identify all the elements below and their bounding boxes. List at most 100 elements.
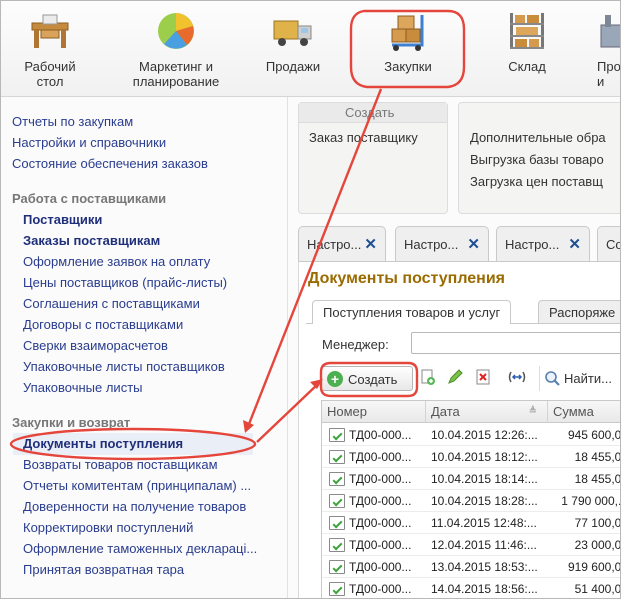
nav-link-purchase-reports[interactable]: Отчеты по закупкам xyxy=(12,114,133,129)
section-purchases[interactable]: Закупки xyxy=(353,1,463,97)
nav-item-supplier-packing-lists[interactable]: Упаковочные листы поставщиков xyxy=(23,359,225,374)
posted-document-icon xyxy=(329,582,345,596)
cell-sum: 77 100,00 xyxy=(574,516,621,530)
nav-item-receipt-adjustments[interactable]: Корректировки поступлений xyxy=(23,520,193,535)
table-row[interactable]: ТД00-000... 12.04.2015 11:46:... 23 000,00 xyxy=(322,534,620,556)
doc-tab-label: Со xyxy=(606,237,621,252)
table-header: Номер Дата ≜ Сумма xyxy=(322,401,620,423)
nav-item-powers-of-attorney[interactable]: Доверенности на получение товаров xyxy=(23,499,246,514)
edit-icon[interactable] xyxy=(444,368,466,390)
find-button-label: Найти... xyxy=(564,371,612,386)
section-marketing-label: Маркетинг и планирование xyxy=(132,59,220,89)
truck-icon xyxy=(273,20,312,46)
posted-document-icon xyxy=(329,538,345,552)
nav-item-supplier-agreements[interactable]: Соглашения с поставщиками xyxy=(23,296,200,311)
table-row[interactable]: ТД00-000... 13.04.2015 18:53:... 919 600,0… xyxy=(322,556,620,578)
nav-link-settings[interactable]: Настройки и справочники xyxy=(12,135,166,150)
close-icon[interactable]: ✕ xyxy=(364,235,377,253)
manager-label: Менеджер: xyxy=(322,337,389,352)
section-desktop-label: Рабочий стол xyxy=(24,59,76,89)
section-sales[interactable]: Продажи xyxy=(253,1,333,97)
cell-number: ТД00-000... xyxy=(349,494,412,508)
tab-orders[interactable]: Распоряже xyxy=(538,300,620,324)
cell-number: ТД00-000... xyxy=(349,428,412,442)
cell-date: 10.04.2015 12:26:... xyxy=(431,428,538,442)
posted-document-icon xyxy=(329,516,345,530)
table-row[interactable]: ТД00-000... 10.04.2015 18:12:... 18 455,00 xyxy=(322,446,621,468)
doc-tab-1[interactable]: Настро... ✕ xyxy=(298,226,386,262)
nav-item-suppliers[interactable]: Поставщики xyxy=(23,212,102,227)
create-supplier-order-link[interactable]: Заказ поставщику xyxy=(309,130,418,145)
section-production[interactable]: Про и xyxy=(589,1,620,97)
nav-item-payment-requests[interactable]: Оформление заявок на оплату xyxy=(23,254,210,269)
doc-tab-label: Настро... xyxy=(404,237,459,252)
service-link-load-prices[interactable]: Загрузка цен поставщ xyxy=(470,174,603,189)
column-date[interactable]: Дата ≜ xyxy=(426,401,548,423)
nav-item-supplier-prices[interactable]: Цены поставщиков (прайс-листы) xyxy=(23,275,227,290)
create-panel: Создать Заказ поставщику xyxy=(298,102,448,214)
cell-date: 10.04.2015 18:28:... xyxy=(431,494,538,508)
cell-date: 11.04.2015 12:48:... xyxy=(431,516,537,530)
doc-tab-2[interactable]: Настро... ✕ xyxy=(395,226,489,262)
table-row[interactable]: ТД00-000... 10.04.2015 12:26:... 945 600,0… xyxy=(322,424,621,446)
service-panel: Дополнительные обра Выгрузка базы товаро… xyxy=(458,102,620,214)
app-window: Рабочий стол Маркетинг и планирование Пр… xyxy=(0,0,621,599)
cell-number: ТД00-000... xyxy=(349,472,412,486)
section-purchases-label: Закупки xyxy=(384,59,432,74)
nav-item-supplier-orders[interactable]: Заказы поставщикам xyxy=(23,233,160,248)
cell-sum: 945 600,00 xyxy=(567,428,621,442)
table-row[interactable]: ТД00-000... 10.04.2015 18:14:... 18 455,00 xyxy=(322,468,621,490)
form-title: Документы поступления xyxy=(308,270,506,287)
nav-item-packing-lists[interactable]: Упаковочные листы xyxy=(23,380,143,395)
column-number[interactable]: Номер xyxy=(322,401,426,423)
cell-number: ТД00-000... xyxy=(349,516,412,530)
delete-mark-icon[interactable] xyxy=(472,368,494,390)
section-desktop[interactable]: Рабочий стол xyxy=(9,1,91,97)
table-row[interactable]: ТД00-000... 14.04.2015 18:56:... 51 400,00 xyxy=(322,578,620,598)
nav-link-order-supply-status[interactable]: Состояние обеспечения заказов xyxy=(12,156,208,171)
cell-sum: 1 790 000,... xyxy=(561,494,621,508)
nav-item-consignor-reports[interactable]: Отчеты комитентам (принципалам) ... xyxy=(23,478,251,493)
sections-panel: Рабочий стол Маркетинг и планирование Пр… xyxy=(1,1,620,97)
cell-date: 12.04.2015 11:46:... xyxy=(431,538,537,552)
service-link-export-goods[interactable]: Выгрузка базы товаро xyxy=(470,152,604,167)
find-button[interactable]: Найти... xyxy=(539,366,620,391)
sort-icon[interactable]: ≜ xyxy=(529,401,537,423)
nav-group-suppliers-title: Работа с поставщиками xyxy=(12,191,167,206)
nav-item-receipt-documents[interactable]: Документы поступления xyxy=(23,436,183,451)
tab-goods-receipts[interactable]: Поступления товаров и услуг xyxy=(312,300,512,324)
cell-date: 14.04.2015 18:56:... xyxy=(431,582,538,596)
create-button[interactable]: + Создать xyxy=(321,366,413,391)
cell-number: ТД00-000... xyxy=(349,538,412,552)
link-icon[interactable] xyxy=(505,368,529,390)
cell-sum: 18 455,00 xyxy=(574,450,621,464)
posted-document-icon xyxy=(329,494,345,508)
search-icon xyxy=(545,371,560,386)
cell-sum: 18 455,00 xyxy=(574,472,621,486)
service-link-additional[interactable]: Дополнительные обра xyxy=(470,130,606,145)
manager-field[interactable] xyxy=(411,332,620,354)
section-warehouse[interactable]: Склад xyxy=(487,1,567,97)
posted-document-icon xyxy=(329,450,345,464)
nav-item-supplier-contracts[interactable]: Договоры с поставщиками xyxy=(23,317,183,332)
section-sales-label: Продажи xyxy=(265,59,321,74)
doc-tab-4[interactable]: Со xyxy=(597,226,621,262)
boxes-cart-icon xyxy=(391,15,424,51)
table-row[interactable]: ТД00-000... 11.04.2015 12:48:... 77 100,00 xyxy=(322,512,621,534)
posted-document-icon xyxy=(329,428,345,442)
nav-item-customs-declarations[interactable]: Оформление таможенных деклараці... xyxy=(23,541,257,556)
column-sum[interactable]: Сумма xyxy=(548,401,620,423)
production-icon xyxy=(600,15,620,48)
close-icon[interactable]: ✕ xyxy=(467,235,480,253)
nav-item-returnable-packaging[interactable]: Принятая возвратная тара xyxy=(23,562,184,577)
table-row[interactable]: ТД00-000... 10.04.2015 18:28:... 1 790 000… xyxy=(322,490,621,512)
close-icon[interactable]: ✕ xyxy=(568,235,581,253)
section-marketing[interactable]: Маркетинг и планирование xyxy=(121,1,231,97)
cell-number: ТД00-000... xyxy=(349,450,412,464)
documents-table: Номер Дата ≜ Сумма ТД00-000... 10.04.2015… xyxy=(321,400,621,598)
doc-tab-3[interactable]: Настро... ✕ xyxy=(496,226,590,262)
doc-tab-label: Настро... xyxy=(307,237,362,252)
copy-icon[interactable] xyxy=(417,368,439,390)
nav-item-reconciliations[interactable]: Сверки взаиморасчетов xyxy=(23,338,168,353)
nav-item-supplier-returns[interactable]: Возвраты товаров поставщикам xyxy=(23,457,218,472)
